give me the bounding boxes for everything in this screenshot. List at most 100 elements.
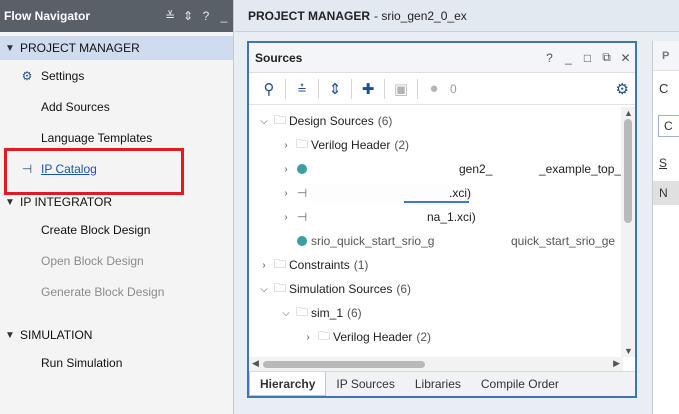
help-icon[interactable]: ? <box>540 51 559 65</box>
scroll-down-icon[interactable]: ▼ <box>624 346 633 356</box>
tree-label-fragment: _example_top_s <box>539 162 623 176</box>
side-panel-field[interactable]: C <box>658 115 679 137</box>
tab-ip-sources[interactable]: IP Sources <box>326 372 404 396</box>
chevron-down-icon[interactable]: ⌵ <box>257 284 271 295</box>
add-icon[interactable]: ✚ <box>354 80 382 98</box>
tree-row-sim-1[interactable]: ⌵ 🗀 sim_1 (6) <box>249 301 623 325</box>
nav-item-add-sources[interactable]: Add Sources <box>0 91 233 122</box>
nav-item-label: Add Sources <box>41 99 110 114</box>
nav-item-ip-catalog[interactable]: ⊣ IP Catalog <box>0 153 233 184</box>
tab-libraries[interactable]: Libraries <box>405 372 471 396</box>
tree-row-sim-verilog-header[interactable]: › 🗀 Verilog Header (2) <box>249 325 623 349</box>
toolbar-divider <box>351 78 352 99</box>
tree-label: sim_1 <box>311 306 344 320</box>
flow-navigator: Flow Navigator ≚ ⇕ ? _ ▼ PROJECT MANAGER… <box>0 0 234 414</box>
tree-label: Constraints <box>289 258 350 272</box>
chevron-down-icon[interactable]: ⌵ <box>279 308 293 319</box>
nav-item-generate-block-design[interactable]: Generate Block Design <box>0 276 233 307</box>
tree-row-design-sources[interactable]: ⌵ 🗀 Design Sources (6) <box>249 109 623 133</box>
chevron-right-icon[interactable]: › <box>279 140 293 151</box>
section-project-manager[interactable]: ▼ PROJECT MANAGER <box>0 36 233 60</box>
chevron-down-icon[interactable]: ▼ <box>0 330 20 341</box>
section-ip-integrator[interactable]: ▼ IP INTEGRATOR <box>0 190 233 214</box>
nav-item-label: Settings <box>41 68 85 83</box>
minimize-icon[interactable]: _ <box>215 9 233 23</box>
tree-count: (6) <box>396 282 412 296</box>
project-name: - srio_gen2_0_ex <box>374 8 467 23</box>
chevron-right-icon[interactable]: › <box>279 164 293 175</box>
float-icon[interactable]: ⧉ <box>597 50 616 65</box>
folder-icon: 🗀 <box>317 328 330 343</box>
section-label: SIMULATION <box>20 328 93 342</box>
nav-item-label: Language Templates <box>41 130 153 145</box>
properties-side-panel: P C C S N <box>652 41 679 414</box>
folder-icon: 🗀 <box>273 112 286 127</box>
tree-row-ip-xci-2[interactable]: › ⊣ na_1.xci) <box>249 205 623 229</box>
toolbar-divider <box>318 78 319 99</box>
expand-all-icon[interactable]: ⇕ <box>179 9 197 23</box>
tree-label-fragment: quick_start_srio_ge <box>511 234 616 248</box>
status-count: 0 <box>450 81 457 96</box>
tab-compile-order[interactable]: Compile Order <box>471 372 569 396</box>
nav-item-create-block-design[interactable]: Create Block Design <box>0 214 233 245</box>
collapse-all-icon[interactable]: ≚ <box>161 9 179 23</box>
tree-row-constraints[interactable]: › 🗀 Constraints (1) <box>249 253 623 277</box>
nav-item-label: Generate Block Design <box>41 284 165 299</box>
nav-item-label[interactable]: IP Catalog <box>41 162 97 176</box>
search-icon[interactable]: ⚲ <box>255 80 283 98</box>
tree-row-quick-start[interactable]: srio_quick_start_srio_g quick_start_srio… <box>249 229 623 253</box>
vertical-scroll-thumb[interactable] <box>624 119 632 223</box>
section-simulation[interactable]: ▼ SIMULATION <box>0 323 233 347</box>
page-title: PROJECT MANAGER <box>248 8 371 23</box>
properties-icon[interactable]: ▣ <box>387 80 415 98</box>
gear-icon[interactable]: ⚙ <box>616 80 629 98</box>
chevron-right-icon[interactable]: › <box>301 332 315 343</box>
minimize-icon[interactable]: _ <box>559 51 578 65</box>
scroll-up-icon[interactable]: ▲ <box>624 108 633 118</box>
obscured-region <box>311 209 427 227</box>
tree-row-verilog-header[interactable]: › 🗀 Verilog Header (2) <box>249 133 623 157</box>
tree-row-simulation-sources[interactable]: ⌵ 🗀 Simulation Sources (6) <box>249 277 623 301</box>
collapse-all-icon[interactable]: ⩮ <box>288 80 316 97</box>
tree-label: Verilog Header <box>333 330 413 344</box>
horizontal-scroll-thumb[interactable] <box>263 361 425 368</box>
nav-item-open-block-design[interactable]: Open Block Design <box>0 245 233 276</box>
nav-item-language-templates[interactable]: Language Templates <box>0 122 233 153</box>
chevron-right-icon[interactable]: › <box>279 212 293 223</box>
nav-item-label: Run Simulation <box>41 355 123 370</box>
ip-plug-icon: ⊣ <box>21 161 33 176</box>
side-panel-header: P <box>653 41 679 71</box>
help-icon[interactable]: ? <box>197 9 215 23</box>
sources-window: Sources ? _ □ ⧉ ✕ ⚲ ⩮ ⇕ ✚ ▣ ● 0 ⚙ ⌵ 🗀 De… <box>247 41 637 398</box>
vertical-scrollbar[interactable]: ▲ ▼ <box>621 107 635 357</box>
tab-hierarchy[interactable]: Hierarchy <box>249 372 327 396</box>
horizontal-scrollbar[interactable]: ◀ ▶ <box>249 357 623 371</box>
sources-toolbar: ⚲ ⩮ ⇕ ✚ ▣ ● 0 ⚙ <box>249 73 635 105</box>
close-icon[interactable]: ✕ <box>616 51 635 65</box>
tree-count: (2) <box>394 138 410 152</box>
scroll-right-icon[interactable]: ▶ <box>613 358 620 369</box>
project-manager-title-bar: PROJECT MANAGER - srio_gen2_0_ex <box>235 0 679 32</box>
tree-count: (2) <box>416 330 432 344</box>
side-panel-link[interactable]: S <box>659 156 667 170</box>
scroll-left-icon[interactable]: ◀ <box>252 358 259 369</box>
chevron-down-icon[interactable]: ⌵ <box>257 116 271 127</box>
folder-icon: 🗀 <box>273 256 286 271</box>
tree-label: Design Sources <box>289 114 374 128</box>
sources-tab-bar: Hierarchy IP Sources Libraries Compile O… <box>249 371 635 396</box>
obscured-region <box>473 233 509 251</box>
tree-count: (1) <box>353 258 369 272</box>
chevron-right-icon[interactable]: › <box>257 260 271 271</box>
maximize-icon[interactable]: □ <box>578 51 597 65</box>
section-label: IP INTEGRATOR <box>20 195 113 209</box>
nav-item-settings[interactable]: ⚙ Settings <box>0 60 233 91</box>
toolbar-divider <box>285 78 286 99</box>
chevron-right-icon[interactable]: › <box>279 188 293 199</box>
flow-navigator-header: Flow Navigator ≚ ⇕ ? _ <box>0 0 233 32</box>
folder-icon: 🗀 <box>273 280 286 295</box>
nav-item-run-simulation[interactable]: Run Simulation <box>0 347 233 378</box>
chevron-down-icon[interactable]: ▼ <box>0 43 20 54</box>
chevron-down-icon[interactable]: ▼ <box>0 197 20 208</box>
expand-all-icon[interactable]: ⇕ <box>321 80 349 98</box>
nav-item-label: Open Block Design <box>41 253 144 268</box>
